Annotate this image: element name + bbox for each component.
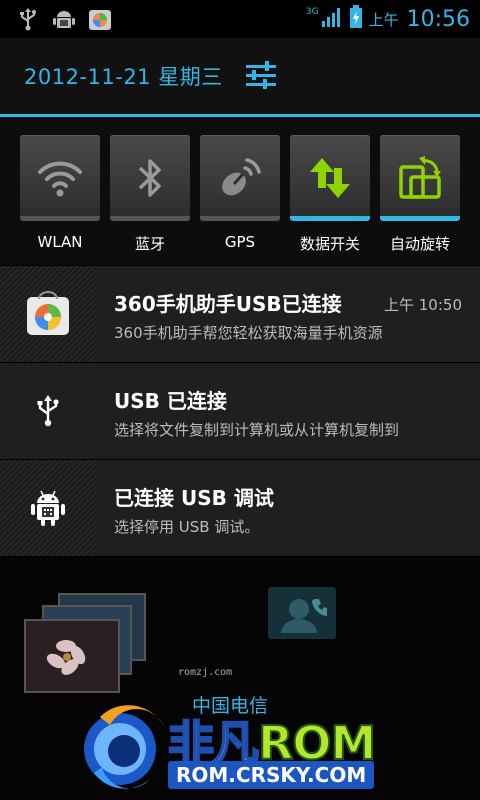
watermark-logo [80,703,170,789]
rotate-icon [399,156,441,199]
contact-widget [268,587,336,639]
time-ampm: 上午 [368,10,399,29]
notification-text: 选择将文件复制到计算机或从计算机复制到 [114,421,400,439]
wifi-icon [38,161,82,197]
bluetooth-icon [138,159,161,197]
quick-toggles: WLAN 蓝牙 GPS 数据开关 自动旋转 [0,117,480,265]
gallery-widget [24,585,146,693]
notification-title: 360手机助手USB已连接 [114,292,342,316]
toggle-label: 蓝牙 [134,235,165,253]
date-label: 2012-11-21 星期三 [24,65,223,89]
notification-header: 2012-11-21 星期三 [0,38,480,114]
toggle-gps[interactable]: GPS [200,135,280,251]
usb-icon [37,395,59,427]
contact-icon [281,599,327,633]
android-debug-icon [31,490,65,526]
toggle-wlan[interactable]: WLAN [20,135,100,251]
android-debug-icon [50,5,78,33]
toggle-label: GPS [224,233,256,251]
flower-image [26,621,118,691]
site-label: romzj.com [178,667,233,678]
toggle-auto-rotate[interactable]: 自动旋转 [380,135,460,254]
notification-title: 已连接 USB 调试 [114,486,274,510]
toggle-label: WLAN [37,233,83,251]
gps-icon [222,158,261,196]
notification-time: 上午 10:50 [384,296,462,314]
data-icon [310,158,350,198]
battery-charging-icon [349,5,363,33]
network-type-label: 3G [305,7,319,17]
notification-360-usb[interactable]: 360手机助手USB已连接 上午 10:50 360手机助手帮您轻松获取海量手机… [0,266,480,363]
signal-icon [321,6,343,32]
toggle-label: 自动旋转 [389,235,450,253]
toggle-bluetooth[interactable]: 蓝牙 [110,135,190,254]
sliders-icon [245,61,276,89]
usb-icon [14,5,42,33]
toggle-label: 数据开关 [299,235,360,253]
home-screen-background: romzj.com 中国电信 非凡ROM ROM.CRSKY.COM [0,557,480,800]
notification-text: 360手机助手帮您轻松获取海量手机资源 [114,324,383,342]
notification-usb-connected[interactable]: USB 已连接 选择将文件复制到计算机或从计算机复制到 [0,363,480,460]
toggle-data[interactable]: 数据开关 [290,135,370,254]
app-360-icon [86,5,114,33]
notification-text: 选择停用 USB 调试。 [114,518,260,536]
app-360-icon [27,291,69,335]
notification-title: USB 已连接 [114,389,227,413]
clock: 10:56 [406,6,470,32]
status-bar: 3G 上午 10:56 [0,0,480,38]
watermark-url: ROM.CRSKY.COM [168,761,375,789]
notification-usb-debugging[interactable]: 已连接 USB 调试 选择停用 USB 调试。 [0,460,480,557]
settings-button[interactable] [243,58,279,94]
